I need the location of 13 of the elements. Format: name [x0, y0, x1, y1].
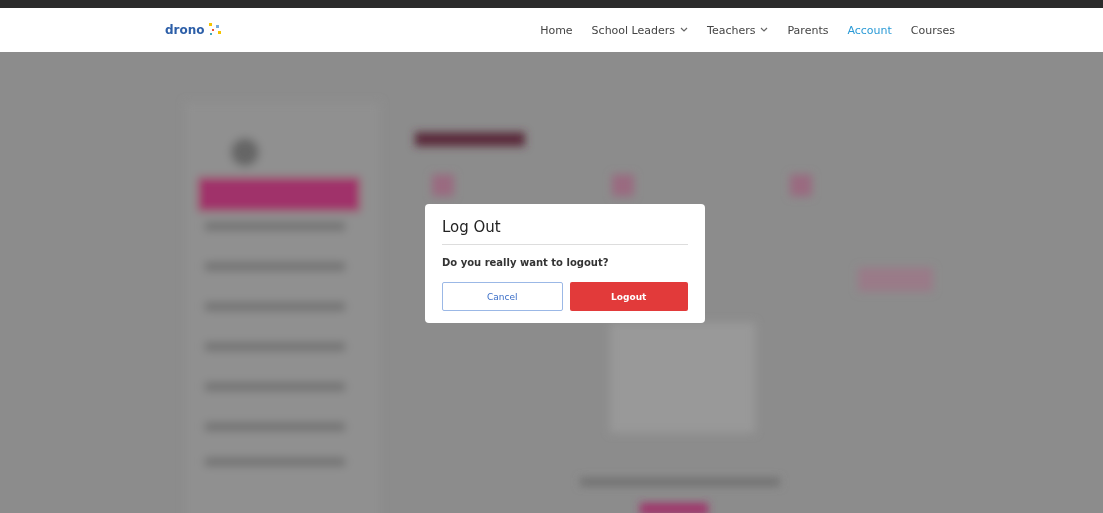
nav-link[interactable]: Courses — [910, 23, 955, 37]
dots-icon — [206, 22, 223, 38]
dialog-title: Log Out — [442, 218, 688, 245]
dialog-message: Do you really want to logout? — [442, 257, 610, 268]
nav-link[interactable]: School Leaders — [591, 23, 689, 37]
cancel-button[interactable]: Cancel — [442, 282, 563, 311]
logout-button[interactable]: Logout — [569, 282, 688, 311]
nav-link[interactable]: Parents — [787, 23, 829, 37]
caret-icon — [680, 27, 689, 33]
caret-icon — [760, 27, 769, 33]
nav-link[interactable]: Home — [540, 23, 573, 37]
nav-link[interactable]: Teachers — [707, 23, 769, 37]
drono-logo[interactable]: drono — [165, 22, 223, 38]
